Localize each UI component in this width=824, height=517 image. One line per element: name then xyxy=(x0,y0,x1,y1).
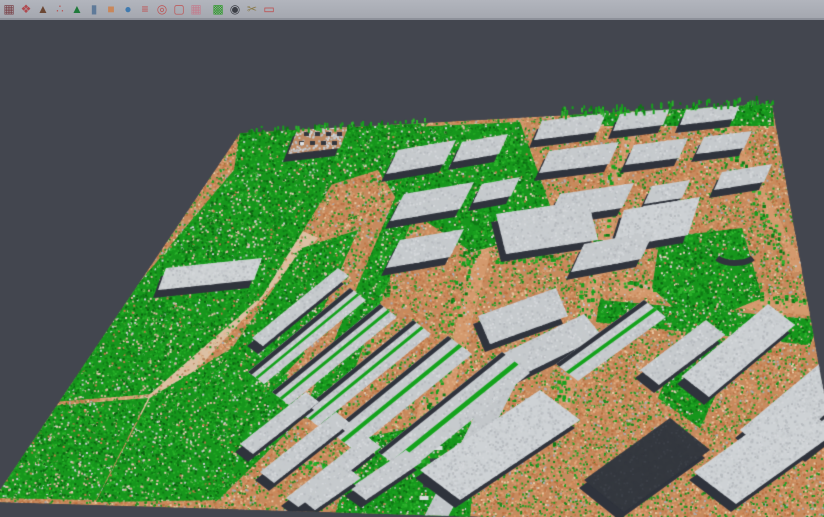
classification-icon[interactable]: ▩ xyxy=(210,2,226,17)
point-cloud-canvas[interactable] xyxy=(0,22,824,517)
terrain-brown-icon[interactable]: ▲ xyxy=(35,2,51,17)
toolbar: ▦❖▲∴▲▮■●≡◎▢▦▩◉✂▭ xyxy=(0,0,824,20)
cut-icon[interactable]: ✂ xyxy=(244,2,260,17)
viewport-3d[interactable] xyxy=(0,22,824,517)
points-icon[interactable]: ∴ xyxy=(52,2,68,17)
remove-icon[interactable]: ▭ xyxy=(261,2,277,17)
markers-icon[interactable]: ❖ xyxy=(18,2,34,17)
target-icon[interactable]: ◎ xyxy=(154,2,170,17)
layers-icon[interactable]: ≡ xyxy=(137,2,153,17)
globe-icon[interactable]: ● xyxy=(120,2,136,17)
camera-icon[interactable]: ◉ xyxy=(227,2,243,17)
crop-icon[interactable]: ▢ xyxy=(171,2,187,17)
open-project-icon[interactable]: ▦ xyxy=(1,2,17,17)
checker-icon[interactable]: ▦ xyxy=(188,2,204,17)
terrain-green-icon[interactable]: ▲ xyxy=(69,2,85,17)
application-window: ▦❖▲∴▲▮■●≡◎▢▦▩◉✂▭ xyxy=(0,0,824,517)
orthophoto-icon[interactable]: ■ xyxy=(103,2,119,17)
column-icon[interactable]: ▮ xyxy=(86,2,102,17)
